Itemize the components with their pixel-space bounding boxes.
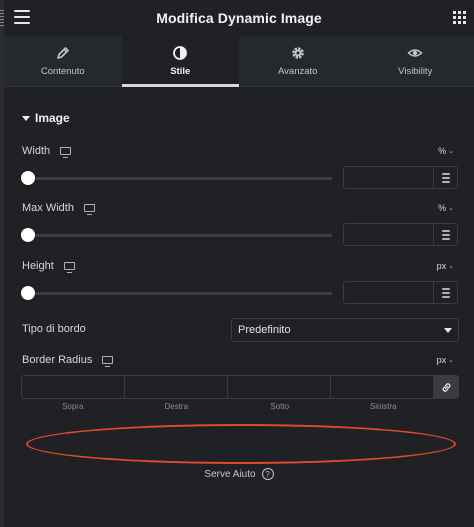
- dynamic-tags-button[interactable]: [433, 167, 457, 188]
- highlight-annotation-ellipse: [26, 424, 456, 464]
- contrast-icon: [173, 46, 188, 60]
- panel-header: Modifica Dynamic Image: [4, 0, 474, 36]
- desktop-icon[interactable]: [60, 147, 72, 158]
- max-width-label: Max Width: [22, 202, 74, 214]
- height-label-row: Height: [22, 260, 75, 273]
- tab-contenuto[interactable]: Contenuto: [4, 36, 122, 86]
- widgets-grid-icon[interactable]: [453, 11, 466, 24]
- slider-track: [22, 292, 332, 295]
- border-radius-unit-selector[interactable]: px ⌄: [437, 355, 454, 365]
- unit-label: %: [438, 146, 447, 156]
- width-unit-selector[interactable]: % ⌄: [438, 146, 454, 156]
- radius-right-input[interactable]: [125, 376, 228, 398]
- tab-visibility[interactable]: Visibility: [357, 36, 474, 86]
- side-label-right: Destra: [164, 402, 189, 411]
- radius-top-input[interactable]: [22, 376, 125, 398]
- height-unit-selector[interactable]: px ⌄: [437, 261, 454, 271]
- width-value-field[interactable]: [344, 167, 433, 188]
- desktop-icon[interactable]: [102, 356, 114, 367]
- slider-handle[interactable]: [21, 171, 35, 185]
- chevron-down-icon: ⌄: [448, 148, 454, 155]
- tab-label: Stile: [170, 66, 191, 77]
- chevron-down-icon: ⌄: [448, 263, 454, 270]
- border-radius-label-row: Border Radius: [22, 354, 114, 367]
- tab-stile[interactable]: Stile: [121, 36, 239, 87]
- panel-title: Modifica Dynamic Image: [156, 10, 322, 26]
- width-label: Width: [22, 145, 51, 157]
- unit-label: px: [436, 355, 447, 365]
- hamburger-menu-icon[interactable]: [14, 10, 30, 24]
- database-icon: [441, 172, 450, 183]
- max-width-value-field[interactable]: [344, 224, 433, 245]
- unit-label: px: [436, 261, 447, 271]
- section-title: Image: [35, 111, 70, 125]
- tab-label: Contenuto: [40, 66, 85, 77]
- tab-label: Visibility: [398, 66, 433, 77]
- slider-handle[interactable]: [21, 286, 35, 300]
- height-input[interactable]: [343, 281, 458, 304]
- link-values-button[interactable]: [434, 376, 458, 398]
- desktop-icon[interactable]: [83, 204, 95, 215]
- border-radius-side-labels: Sopra Destra Sotto Sinistra: [21, 402, 435, 411]
- slider-track: [22, 177, 332, 180]
- gear-icon: [291, 47, 304, 59]
- caret-down-icon: [444, 328, 452, 333]
- height-label: Height: [22, 260, 54, 272]
- pencil-icon: [56, 47, 69, 59]
- tab-avanzato[interactable]: Avanzato: [239, 36, 357, 86]
- unit-label: %: [438, 203, 447, 213]
- border-type-label-row: Tipo di bordo: [22, 323, 86, 335]
- eye-icon: [407, 49, 423, 57]
- chevron-down-icon: ⌄: [448, 205, 454, 212]
- width-input[interactable]: [343, 166, 458, 189]
- border-type-select[interactable]: Predefinito: [231, 318, 459, 342]
- link-icon: [442, 382, 450, 392]
- border-type-value: Predefinito: [238, 324, 291, 336]
- chevron-down-icon: ⌄: [448, 357, 454, 364]
- tab-label: Avanzato: [278, 66, 318, 77]
- max-width-label-row: Max Width: [22, 202, 95, 215]
- style-panel: Image Width % ⌄ Max Width % ⌄ Height px …: [4, 88, 474, 527]
- dynamic-tags-button[interactable]: [433, 224, 457, 245]
- help-link[interactable]: Serve Aiuto ?: [4, 468, 474, 480]
- desktop-icon[interactable]: [63, 262, 75, 273]
- side-label-bottom: Sotto: [270, 402, 290, 411]
- side-label-left: Sinistra: [369, 402, 397, 411]
- width-label-row: Width: [22, 145, 72, 158]
- height-slider[interactable]: [21, 286, 332, 300]
- panel-tabs: Contenuto Stile Avanzato Visibility: [4, 36, 474, 87]
- help-label: Serve Aiuto: [204, 468, 256, 480]
- border-type-label: Tipo di bordo: [22, 323, 86, 335]
- height-value-field[interactable]: [344, 282, 433, 303]
- section-toggle-image[interactable]: Image: [22, 111, 70, 125]
- slider-handle[interactable]: [21, 228, 35, 242]
- max-width-slider[interactable]: [21, 228, 332, 242]
- dynamic-tags-button[interactable]: [433, 282, 457, 303]
- side-label-top: Sopra: [62, 402, 84, 411]
- question-circle-icon: ?: [261, 468, 274, 480]
- width-slider[interactable]: [21, 171, 332, 185]
- database-icon: [441, 287, 450, 298]
- max-width-unit-selector[interactable]: % ⌄: [438, 203, 454, 213]
- slider-track: [22, 234, 332, 237]
- caret-down-icon: [22, 115, 30, 121]
- radius-bottom-input[interactable]: [228, 376, 331, 398]
- border-radius-dimensions: [21, 375, 459, 399]
- max-width-input[interactable]: [343, 223, 458, 246]
- radius-left-input[interactable]: [331, 376, 434, 398]
- database-icon: [441, 229, 450, 240]
- border-radius-label: Border Radius: [22, 354, 93, 366]
